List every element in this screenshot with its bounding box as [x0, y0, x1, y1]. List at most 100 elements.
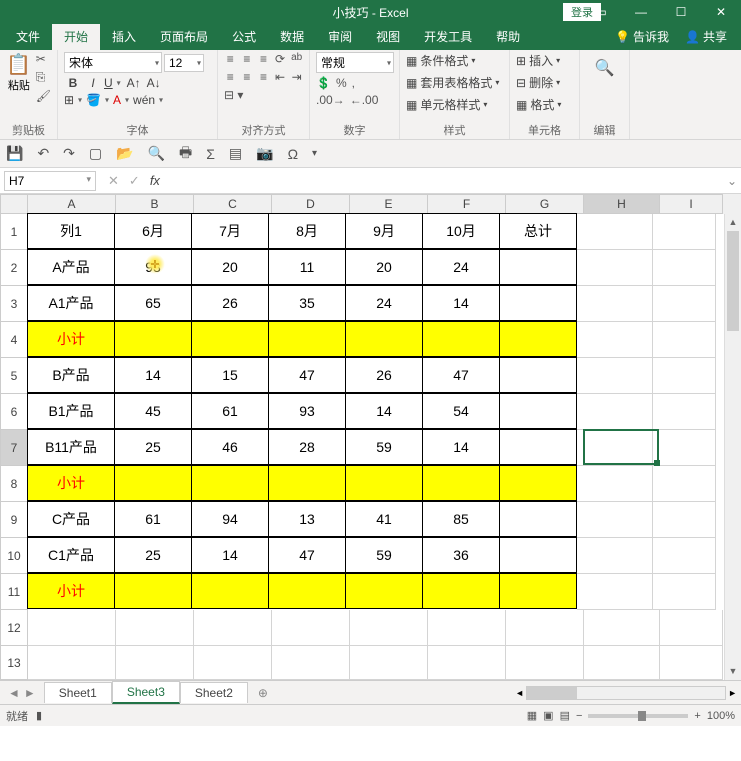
tab-home[interactable]: 开始 [52, 23, 100, 50]
sheet-nav-last-icon[interactable]: ► [24, 686, 36, 700]
wrap-text-button[interactable]: ab [290, 52, 303, 66]
cell-H12[interactable] [584, 610, 660, 646]
cell-E4[interactable] [345, 321, 423, 357]
cell-B2[interactable]: 93 [114, 249, 192, 285]
print-icon[interactable]: 🖶 [179, 142, 192, 166]
cell-E9[interactable]: 41 [345, 501, 423, 537]
cell-G5[interactable] [499, 357, 577, 393]
col-header-C[interactable]: C [194, 194, 272, 214]
undo-icon[interactable]: ↶ [37, 145, 49, 162]
cell-B7[interactable]: 25 [114, 429, 192, 465]
cell-F2[interactable]: 24 [422, 249, 500, 285]
cell-G8[interactable] [499, 465, 577, 501]
cell-D9[interactable]: 13 [268, 501, 346, 537]
cell-B13[interactable] [116, 646, 194, 680]
confirm-formula-icon[interactable]: ✓ [129, 173, 140, 189]
cell-F13[interactable] [428, 646, 506, 680]
zoom-in-icon[interactable]: + [694, 710, 700, 722]
col-header-I[interactable]: I [660, 194, 723, 214]
cell-I12[interactable] [660, 610, 723, 646]
cell-E7[interactable]: 59 [345, 429, 423, 465]
cell-G9[interactable] [499, 501, 577, 537]
cell-C1[interactable]: 7月 [191, 213, 269, 249]
row-header-11[interactable]: 11 [0, 574, 28, 610]
insert-cells-button[interactable]: ⊞插入▾ [516, 52, 573, 69]
tab-dev[interactable]: 开发工具 [412, 23, 484, 50]
align-middle-icon[interactable]: ≡ [241, 52, 254, 66]
cell-G11[interactable] [499, 573, 577, 609]
tab-file[interactable]: 文件 [4, 23, 52, 50]
cell-H5[interactable] [577, 358, 653, 394]
percent-icon[interactable]: % [336, 76, 347, 90]
cell-C5[interactable]: 15 [191, 357, 269, 393]
fill-color-button[interactable]: 🪣 [86, 93, 111, 107]
cell-B6[interactable]: 45 [114, 393, 192, 429]
decrease-decimal-icon[interactable]: ←.00 [350, 93, 379, 107]
cell-I13[interactable] [660, 646, 723, 680]
merge-button[interactable]: ⊟ ▾ [224, 88, 243, 102]
cell-B4[interactable] [114, 321, 192, 357]
page-break-icon[interactable]: ▤ [560, 709, 570, 722]
cell-D12[interactable] [272, 610, 350, 646]
cell-D5[interactable]: 47 [268, 357, 346, 393]
sheet-tab-1[interactable]: Sheet1 [44, 682, 112, 703]
tab-formula[interactable]: 公式 [220, 23, 268, 50]
cell-I10[interactable] [653, 538, 716, 574]
increase-decimal-icon[interactable]: .00→ [316, 93, 345, 107]
tab-review[interactable]: 审阅 [316, 23, 364, 50]
cell-I6[interactable] [653, 394, 716, 430]
cell-G1[interactable]: 总计 [499, 213, 577, 249]
cell-D10[interactable]: 47 [268, 537, 346, 573]
cancel-formula-icon[interactable]: ✕ [108, 173, 119, 189]
ribbon-options-icon[interactable]: ▭ [581, 0, 621, 24]
cell-D11[interactable] [268, 573, 346, 609]
tab-layout[interactable]: 页面布局 [148, 23, 220, 50]
horizontal-scrollbar[interactable] [526, 686, 726, 700]
cell-E1[interactable]: 9月 [345, 213, 423, 249]
cell-A5[interactable]: B产品 [27, 357, 115, 393]
align-left-icon[interactable]: ≡ [224, 70, 237, 84]
scroll-thumb[interactable] [727, 231, 739, 331]
row-header-5[interactable]: 5 [0, 358, 28, 394]
font-color-button[interactable]: A [113, 93, 131, 107]
cell-C9[interactable]: 94 [191, 501, 269, 537]
cell-H8[interactable] [577, 466, 653, 502]
cell-I3[interactable] [653, 286, 716, 322]
cell-B3[interactable]: 65 [114, 285, 192, 321]
cell-I8[interactable] [653, 466, 716, 502]
bold-button[interactable]: B [64, 76, 82, 90]
cell-E12[interactable] [350, 610, 428, 646]
cell-H10[interactable] [577, 538, 653, 574]
cell-F9[interactable]: 85 [422, 501, 500, 537]
cell-B5[interactable]: 14 [114, 357, 192, 393]
increase-font-icon[interactable]: A↑ [125, 76, 143, 90]
cell-D2[interactable]: 11 [268, 249, 346, 285]
cell-G6[interactable] [499, 393, 577, 429]
font-name-select[interactable]: 宋体 [64, 52, 162, 73]
cell-C2[interactable]: 20 [191, 249, 269, 285]
camera-icon[interactable]: 📷 [256, 145, 273, 162]
cell-E11[interactable] [345, 573, 423, 609]
row-header-8[interactable]: 8 [0, 466, 28, 502]
cell-I2[interactable] [653, 250, 716, 286]
cell-F12[interactable] [428, 610, 506, 646]
conditional-format-button[interactable]: ▦条件格式▾ [406, 52, 503, 69]
expand-formula-icon[interactable]: ⌄ [723, 174, 741, 188]
cell-E3[interactable]: 24 [345, 285, 423, 321]
close-icon[interactable]: ✕ [701, 0, 741, 24]
row-header-9[interactable]: 9 [0, 502, 28, 538]
number-format-select[interactable]: 常规 [316, 52, 394, 73]
row-header-7[interactable]: 7 [0, 430, 28, 466]
currency-icon[interactable]: 💲 [316, 76, 331, 90]
cell-A13[interactable] [28, 646, 116, 680]
cell-C10[interactable]: 14 [191, 537, 269, 573]
cell-I11[interactable] [653, 574, 716, 610]
cell-H6[interactable] [577, 394, 653, 430]
row-header-1[interactable]: 1 [0, 214, 28, 250]
symbol-icon[interactable]: Ω [288, 146, 298, 162]
minimize-icon[interactable]: — [621, 0, 661, 24]
cell-I5[interactable] [653, 358, 716, 394]
cell-A3[interactable]: A1产品 [27, 285, 115, 321]
sheet-tab-2[interactable]: Sheet2 [180, 682, 248, 703]
cell-A4[interactable]: 小计 [27, 321, 115, 357]
